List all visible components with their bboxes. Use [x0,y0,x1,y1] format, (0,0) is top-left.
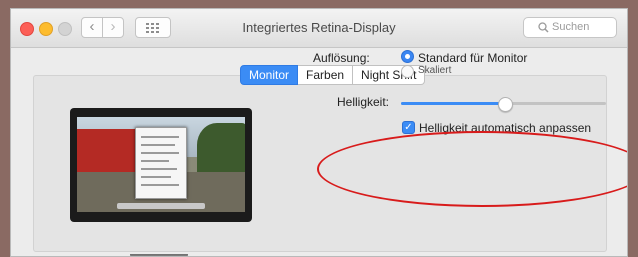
tab-bar: Monitor Farben Night Shift [240,65,426,85]
screen-dock [117,203,205,209]
screen-document-window [135,127,187,199]
resolution-scaled-radio[interactable] [401,65,414,78]
brightness-slider-thumb[interactable] [497,97,513,112]
doc-line [141,152,179,154]
brightness-slider-fill [401,102,504,105]
search-placeholder: Suchen [552,21,590,33]
doc-line [141,136,179,138]
auto-brightness-checkbox[interactable]: ✓ [402,121,415,134]
doc-line [141,184,179,186]
doc-line [141,160,169,162]
system-preferences-window: ‹ › Integriertes Retina-Display Suchen M… [10,8,628,257]
search-icon [538,22,549,33]
tab-night-shift[interactable]: Night Shift [353,65,426,85]
search-field[interactable]: Suchen [523,17,617,38]
monitor-screen [77,117,245,212]
screen-red-house [77,129,137,174]
resolution-standard-label[interactable]: Standard für Monitor [418,51,527,65]
brightness-label: Helligkeit: [337,95,390,109]
tab-monitor[interactable]: Monitor [240,65,299,85]
doc-line [141,176,171,178]
doc-line [141,168,177,170]
monitor-preview-image [70,108,252,256]
resolution-standard-radio[interactable] [401,50,414,63]
screen-tree [197,123,245,178]
resolution-label: Auflösung: [313,51,370,65]
auto-brightness-label[interactable]: Helligkeit automatisch anpassen [419,121,591,135]
brightness-slider[interactable] [401,97,606,112]
doc-line [141,144,175,146]
resolution-scaled-label[interactable]: Skaliert [418,65,451,76]
tab-farben[interactable]: Farben [298,65,354,85]
title-bar: ‹ › Integriertes Retina-Display Suchen [11,9,627,48]
